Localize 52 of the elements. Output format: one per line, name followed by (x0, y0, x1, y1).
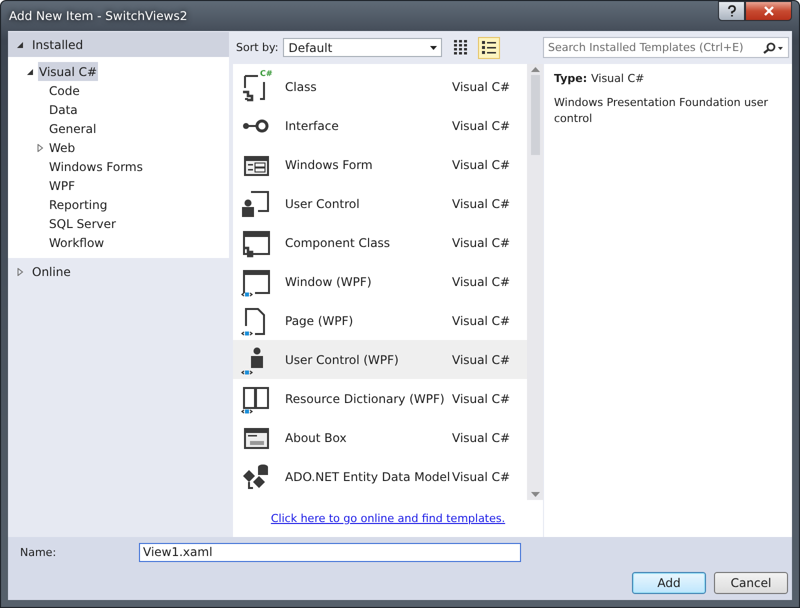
dropdown-caret-icon (430, 46, 438, 50)
cancel-button[interactable]: Cancel (714, 572, 788, 594)
tree-item[interactable]: General (48, 119, 98, 138)
name-label: Name: (20, 546, 58, 558)
search-icon (762, 42, 784, 54)
type-label: Type: (554, 71, 588, 87)
sort-dropdown[interactable]: Default (283, 38, 442, 57)
template-item[interactable]: C# Class Visual C# (233, 67, 527, 106)
tree-section-header[interactable]: Installed (8, 32, 229, 57)
template-item[interactable]: User Control (WPF) Visual C# (233, 340, 527, 379)
tree-item[interactable]: SQL Server (48, 214, 117, 233)
template-item[interactable]: Page (WPF) Visual C# (233, 301, 527, 340)
tree-item[interactable]: Visual C# (38, 62, 98, 81)
user-control-icon (241, 188, 271, 218)
template-item[interactable]: Component Class Visual C# (233, 223, 527, 262)
template-item[interactable]: Windows Form Visual C# (233, 145, 527, 184)
close-icon (764, 6, 774, 16)
template-item[interactable]: About Box Visual C# (233, 418, 527, 457)
entity-model-icon (241, 462, 271, 492)
list-icon (481, 40, 498, 55)
close-button[interactable] (745, 1, 792, 21)
tree-item[interactable]: Data (48, 100, 79, 119)
scrollbar-thumb[interactable] (530, 75, 540, 155)
help-button[interactable] (718, 1, 745, 21)
template-item[interactable]: User Control Visual C# (233, 184, 527, 223)
scroll-down-arrow-icon (530, 492, 540, 497)
tree-item[interactable]: Reporting (48, 195, 108, 214)
collapsed-triangle-icon (16, 268, 24, 276)
template-item[interactable]: Window (WPF) Visual C# (233, 262, 527, 301)
template-description: Windows Presentation Foundation user control (554, 95, 770, 127)
expanded-triangle-icon (16, 40, 24, 48)
tree-item[interactable]: Code (48, 81, 81, 100)
name-field[interactable]: View1.xaml (139, 542, 521, 562)
template-item[interactable]: Resource Dictionary (WPF) Visual C# (233, 379, 527, 418)
sort-label: Sort by: (236, 41, 278, 54)
tree-section-header[interactable]: Online (8, 262, 229, 282)
template-item[interactable]: Interface Visual C# (233, 106, 527, 145)
tree-item[interactable]: Web (48, 138, 76, 157)
tree-item[interactable]: Windows Forms (48, 157, 144, 176)
scrollbar[interactable] (527, 64, 543, 500)
question-mark-icon (726, 5, 736, 17)
search-field[interactable]: Search Installed Templates (Ctrl+E) (543, 37, 789, 58)
add-button[interactable]: Add (632, 572, 706, 594)
language-tag-text: C# (260, 68, 273, 78)
template-item[interactable]: ADO.NET Entity Data Model Visual C# (233, 457, 527, 496)
tree-item[interactable]: WPF (48, 176, 76, 195)
grid-icon (454, 40, 467, 55)
window-title: Add New Item - SwitchViews2 (8, 9, 188, 23)
tree-item[interactable]: Workflow (48, 233, 106, 252)
list-view-button[interactable] (478, 36, 500, 58)
scroll-up-arrow-icon (530, 67, 540, 72)
type-value: Visual C# (591, 71, 644, 87)
